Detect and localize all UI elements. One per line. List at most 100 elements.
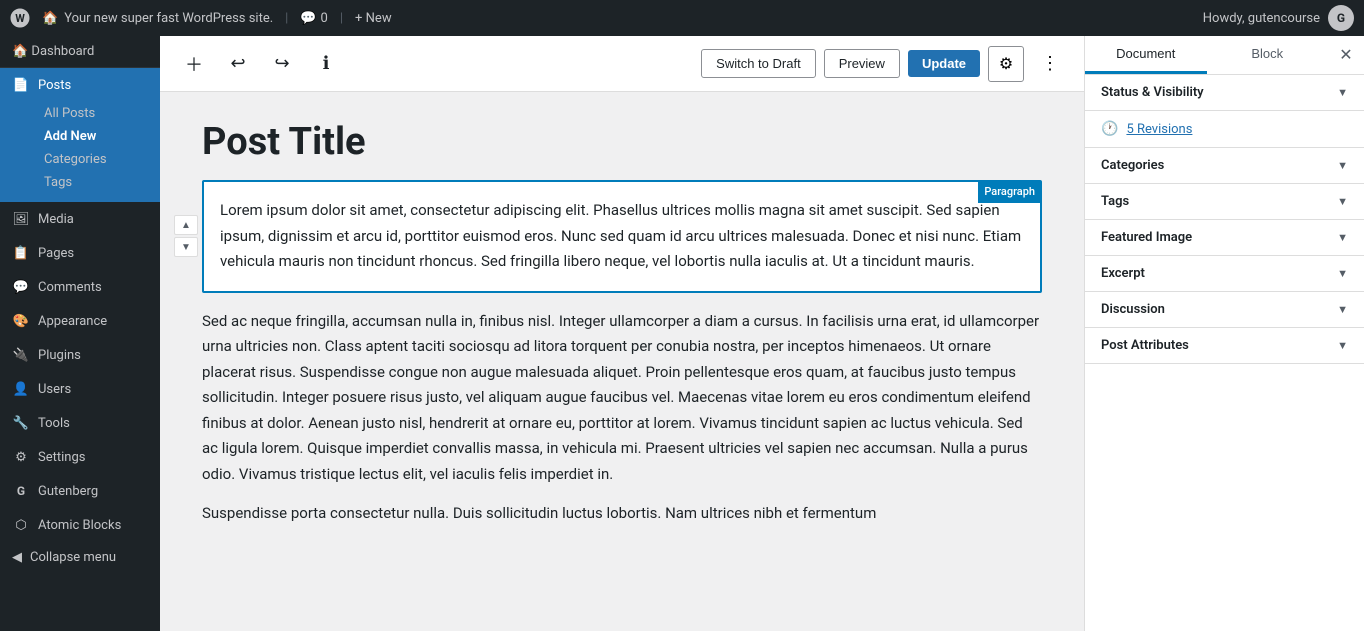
excerpt-chevron: ▼	[1337, 267, 1348, 280]
add-block-button[interactable]: ＋	[176, 46, 212, 82]
move-down-button[interactable]: ▼	[174, 237, 198, 257]
status-visibility-header[interactable]: Status & Visibility ▼	[1085, 75, 1364, 110]
plugins-icon: 🔌	[12, 346, 30, 364]
update-button[interactable]: Update	[908, 50, 980, 77]
admin-bar: W 🏠 Your new super fast WordPress site. …	[0, 0, 1364, 36]
right-panel: Document Block ✕ Status & Visibility ▼ 🕐…	[1084, 36, 1364, 631]
categories-header[interactable]: Categories ▼	[1085, 148, 1364, 183]
sidebar-child-categories[interactable]: Categories	[12, 148, 148, 171]
collapse-icon: ◀	[12, 550, 22, 565]
categories-label: Categories	[1101, 158, 1164, 173]
section-post-attributes: Post Attributes ▼	[1085, 328, 1364, 364]
post-attributes-label: Post Attributes	[1101, 338, 1189, 353]
toolbar-right: Switch to Draft Preview Update ⚙ ⋮	[701, 46, 1068, 82]
sidebar-child-add-new[interactable]: Add New	[12, 125, 148, 148]
section-tags: Tags ▼	[1085, 184, 1364, 220]
info-button[interactable]: ℹ	[308, 46, 344, 82]
sidebar-child-tags[interactable]: Tags	[12, 171, 148, 194]
sidebar-item-comments[interactable]: 💬 Comments	[0, 270, 160, 304]
settings-toggle-button[interactable]: ⚙	[988, 46, 1024, 82]
preview-button[interactable]: Preview	[824, 49, 900, 78]
site-name: Your new super fast WordPress site.	[64, 11, 273, 26]
post-attributes-header[interactable]: Post Attributes ▼	[1085, 328, 1364, 363]
block-move-controls: ▲ ▼	[174, 215, 198, 257]
pages-icon: 📋	[12, 244, 30, 262]
paragraph-text[interactable]: Lorem ipsum dolor sit amet, consectetur …	[220, 198, 1024, 275]
collapse-menu-button[interactable]: ◀ Collapse menu	[0, 542, 160, 573]
posts-label: Posts	[38, 78, 71, 93]
tags-chevron: ▼	[1337, 195, 1348, 208]
discussion-label: Discussion	[1101, 302, 1165, 317]
sidebar-item-plugins[interactable]: 🔌 Plugins	[0, 338, 160, 372]
gutenberg-label: Gutenberg	[38, 484, 98, 499]
tags-header[interactable]: Tags ▼	[1085, 184, 1364, 219]
posts-icon: 📄	[12, 76, 30, 94]
comments-label: Comments	[38, 280, 102, 295]
sidebar-item-pages[interactable]: 📋 Pages	[0, 236, 160, 270]
admin-bar-site[interactable]: 🏠 Your new super fast WordPress site.	[42, 11, 273, 26]
sidebar-item-atomic-blocks[interactable]: ⬡ Atomic Blocks	[0, 508, 160, 542]
house-icon: 🏠	[42, 11, 58, 26]
move-up-button[interactable]: ▲	[174, 215, 198, 235]
featured-image-header[interactable]: Featured Image ▼	[1085, 220, 1364, 255]
users-icon: 👤	[12, 380, 30, 398]
tab-block[interactable]: Block	[1207, 36, 1329, 74]
sidebar-item-gutenberg[interactable]: G Gutenberg	[0, 474, 160, 508]
gear-icon: ⚙	[999, 54, 1013, 74]
discussion-chevron: ▼	[1337, 303, 1348, 316]
sidebar-item-dashboard[interactable]: 🏠 Dashboard	[0, 36, 160, 68]
panel-tabs: Document Block ✕	[1085, 36, 1364, 75]
sidebar: 🏠 Dashboard 📄 Posts All Posts Add New Ca…	[0, 36, 160, 631]
media-label: Media	[38, 212, 74, 227]
wp-logo-icon[interactable]: W	[10, 8, 30, 28]
revisions-row[interactable]: 🕐 5 Revisions	[1085, 111, 1364, 148]
sidebar-child-all-posts[interactable]: All Posts	[12, 102, 148, 125]
atomic-blocks-label: Atomic Blocks	[38, 518, 121, 533]
sidebar-item-users[interactable]: 👤 Users	[0, 372, 160, 406]
comments-count: 0	[321, 11, 328, 26]
info-icon: ℹ	[323, 53, 330, 74]
separator: |	[285, 11, 288, 26]
update-label: Update	[922, 56, 966, 71]
plugins-label: Plugins	[38, 348, 81, 363]
appearance-icon: 🎨	[12, 312, 30, 330]
section-featured-image: Featured Image ▼	[1085, 220, 1364, 256]
more-options-button[interactable]: ⋮	[1032, 46, 1068, 82]
clock-icon: 🕐	[1101, 121, 1118, 137]
discussion-header[interactable]: Discussion ▼	[1085, 292, 1364, 327]
howdy-text: Howdy, gutencourse G	[1203, 5, 1354, 31]
undo-button[interactable]: ↩	[220, 46, 256, 82]
featured-image-chevron: ▼	[1337, 231, 1348, 244]
comments-link[interactable]: 💬 0	[300, 11, 328, 26]
settings-icon: ⚙	[12, 448, 30, 466]
users-label: Users	[38, 382, 71, 397]
editor-area: ＋ ↩ ↪ ℹ Switch to Draft Preview Update	[160, 36, 1084, 631]
close-panel-button[interactable]: ✕	[1328, 37, 1364, 73]
new-link[interactable]: + New	[355, 11, 392, 26]
comment-icon: 💬	[300, 11, 316, 26]
dashboard-icon: 🏠	[12, 44, 28, 59]
body-text-1: Sed ac neque fringilla, accumsan nulla i…	[202, 309, 1042, 488]
switch-to-draft-button[interactable]: Switch to Draft	[701, 49, 816, 78]
section-categories: Categories ▼	[1085, 148, 1364, 184]
sidebar-item-appearance[interactable]: 🎨 Appearance	[0, 304, 160, 338]
redo-button[interactable]: ↪	[264, 46, 300, 82]
preview-label: Preview	[839, 56, 885, 71]
post-title[interactable]: Post Title	[202, 112, 1042, 180]
status-visibility-label: Status & Visibility	[1101, 85, 1204, 100]
sidebar-item-tools[interactable]: 🔧 Tools	[0, 406, 160, 440]
sidebar-item-posts[interactable]: 📄 Posts All Posts Add New Categories Tag…	[0, 68, 160, 202]
block-paragraph[interactable]: ▲ ▼ Paragraph Lorem ipsum dolor sit amet…	[202, 180, 1042, 293]
post-attributes-chevron: ▼	[1337, 339, 1348, 352]
revisions-link[interactable]: 5 Revisions	[1126, 122, 1192, 137]
sidebar-item-media[interactable]: 🖼 Media	[0, 202, 160, 236]
excerpt-label: Excerpt	[1101, 266, 1145, 281]
avatar[interactable]: G	[1328, 5, 1354, 31]
excerpt-header[interactable]: Excerpt ▼	[1085, 256, 1364, 291]
tab-document[interactable]: Document	[1085, 36, 1207, 74]
appearance-label: Appearance	[38, 314, 107, 329]
section-discussion: Discussion ▼	[1085, 292, 1364, 328]
paragraph-block-label: Paragraph	[978, 181, 1041, 203]
sidebar-item-settings[interactable]: ⚙ Settings	[0, 440, 160, 474]
ellipsis-vertical-icon: ⋮	[1041, 53, 1059, 74]
